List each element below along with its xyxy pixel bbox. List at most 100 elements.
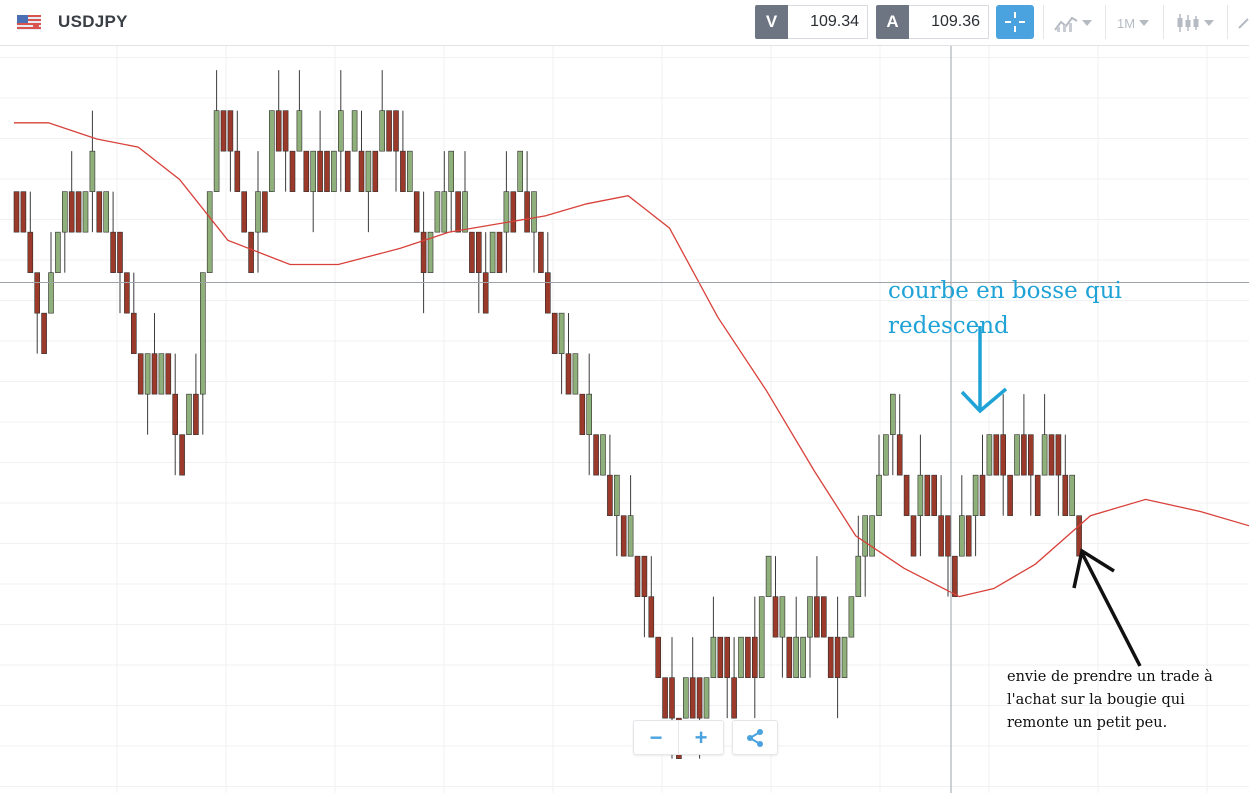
candle-bear xyxy=(317,150,323,192)
candle-bull xyxy=(379,110,386,152)
candle-bull xyxy=(406,150,413,192)
candle-bull xyxy=(268,110,275,192)
candle-bear xyxy=(965,515,972,557)
candle-bear xyxy=(400,150,406,192)
zoom-out-button[interactable]: − xyxy=(634,721,678,754)
candle-bear xyxy=(538,231,544,273)
chart-style-dropdown[interactable] xyxy=(1054,12,1092,34)
chevron-down-icon xyxy=(1139,20,1150,26)
candle-bull xyxy=(331,150,337,192)
timeframe-dropdown[interactable]: 1M xyxy=(1117,12,1150,34)
chart-style-icon xyxy=(1054,16,1078,32)
ask-quote[interactable]: A 109.36 xyxy=(876,5,989,39)
candle-bear xyxy=(275,110,282,152)
candle-bear xyxy=(938,515,944,557)
candle-bear xyxy=(524,191,530,233)
candle-bull xyxy=(765,555,772,597)
candle-bull xyxy=(61,191,68,233)
candle-bull xyxy=(448,150,455,192)
timeframe-label: 1M xyxy=(1117,15,1136,31)
candle-bear xyxy=(179,434,185,476)
candle-bear xyxy=(234,150,241,192)
candle-bear xyxy=(358,150,365,192)
candle-bear xyxy=(903,474,910,516)
candle-bull xyxy=(703,677,710,719)
candle-bull xyxy=(613,474,620,516)
candle-bull xyxy=(462,191,468,233)
candle-bear xyxy=(68,191,75,233)
bid-price: 109.34 xyxy=(788,5,868,39)
candle-bear xyxy=(475,231,482,273)
candle-bear xyxy=(731,677,737,719)
candle-bull xyxy=(503,191,510,233)
candle-bull xyxy=(738,636,744,678)
bid-quote[interactable]: V 109.34 xyxy=(755,5,868,39)
share-button[interactable] xyxy=(733,721,777,754)
candle-bull xyxy=(710,636,717,678)
candle-bear xyxy=(227,110,234,152)
candle-bear xyxy=(924,474,931,516)
candle-type-dropdown[interactable] xyxy=(1176,12,1214,34)
annotation-black-line2: l'achat sur la bougie qui xyxy=(1007,692,1185,708)
draw-tool-icon[interactable] xyxy=(1237,16,1249,30)
crosshair-icon xyxy=(1005,12,1025,32)
annotation-buy-idea: envie de prendre un trade à l'achat sur … xyxy=(1007,666,1247,735)
candle-bull xyxy=(958,515,965,557)
candle-bear xyxy=(551,312,558,354)
candle-bear xyxy=(1048,434,1055,476)
candle-bull xyxy=(862,515,869,557)
candle-bear xyxy=(1062,474,1069,516)
candle-bull xyxy=(572,353,579,395)
candle-bear xyxy=(786,636,793,678)
candle-bear xyxy=(386,110,392,152)
candle-bear xyxy=(282,110,289,152)
candle-bear xyxy=(834,636,841,678)
candle-bear xyxy=(124,272,130,314)
candle-bear xyxy=(372,150,379,192)
candle-bear xyxy=(96,191,103,233)
candle-bear xyxy=(607,474,613,516)
candle-bull xyxy=(441,191,448,233)
annotation-blue-line2: redescend xyxy=(888,313,1009,339)
candle-bear xyxy=(420,231,427,273)
candle-bull xyxy=(296,110,303,152)
candle-bear xyxy=(751,636,758,678)
us-flag-icon xyxy=(17,15,41,30)
candle-bear xyxy=(655,636,662,678)
ask-price: 109.36 xyxy=(909,5,989,39)
zoom-in-button[interactable]: + xyxy=(678,721,723,754)
candle-bull xyxy=(89,150,96,192)
candlestick-type-icon xyxy=(1177,14,1199,32)
share-controls xyxy=(732,720,778,755)
candle-bear xyxy=(151,353,158,395)
share-icon xyxy=(747,728,763,747)
ask-label: A xyxy=(876,5,909,39)
candle-bear xyxy=(993,434,1000,476)
candle-bull xyxy=(82,191,89,233)
annotation-black-arrow-head xyxy=(1072,548,1115,589)
candle-bull xyxy=(213,110,220,192)
candle-bear xyxy=(510,191,517,233)
candle-bear xyxy=(413,191,420,233)
candle-bull xyxy=(517,150,524,192)
annotation-black-line1: envie de prendre un trade à xyxy=(1007,669,1213,685)
candle-bull xyxy=(855,555,862,597)
candle-bull xyxy=(986,434,993,476)
candle-bull xyxy=(255,191,261,233)
candle-bull xyxy=(1069,474,1075,516)
candle-bull xyxy=(600,434,606,476)
crosshair-button[interactable] xyxy=(996,5,1034,39)
candle-bear xyxy=(220,110,227,152)
candle-bear xyxy=(648,596,655,638)
candle-bear xyxy=(910,515,917,557)
candle-bear xyxy=(945,515,951,557)
candle-bear xyxy=(496,231,503,273)
candle-bear xyxy=(20,191,27,233)
candle-bull xyxy=(144,353,151,395)
symbol-label[interactable]: USDJPY xyxy=(58,12,128,32)
candle-bear xyxy=(482,272,489,314)
candle-bear xyxy=(979,474,986,516)
candle-bear xyxy=(344,150,351,192)
candle-bull xyxy=(55,231,61,273)
candle-bear xyxy=(241,191,247,233)
